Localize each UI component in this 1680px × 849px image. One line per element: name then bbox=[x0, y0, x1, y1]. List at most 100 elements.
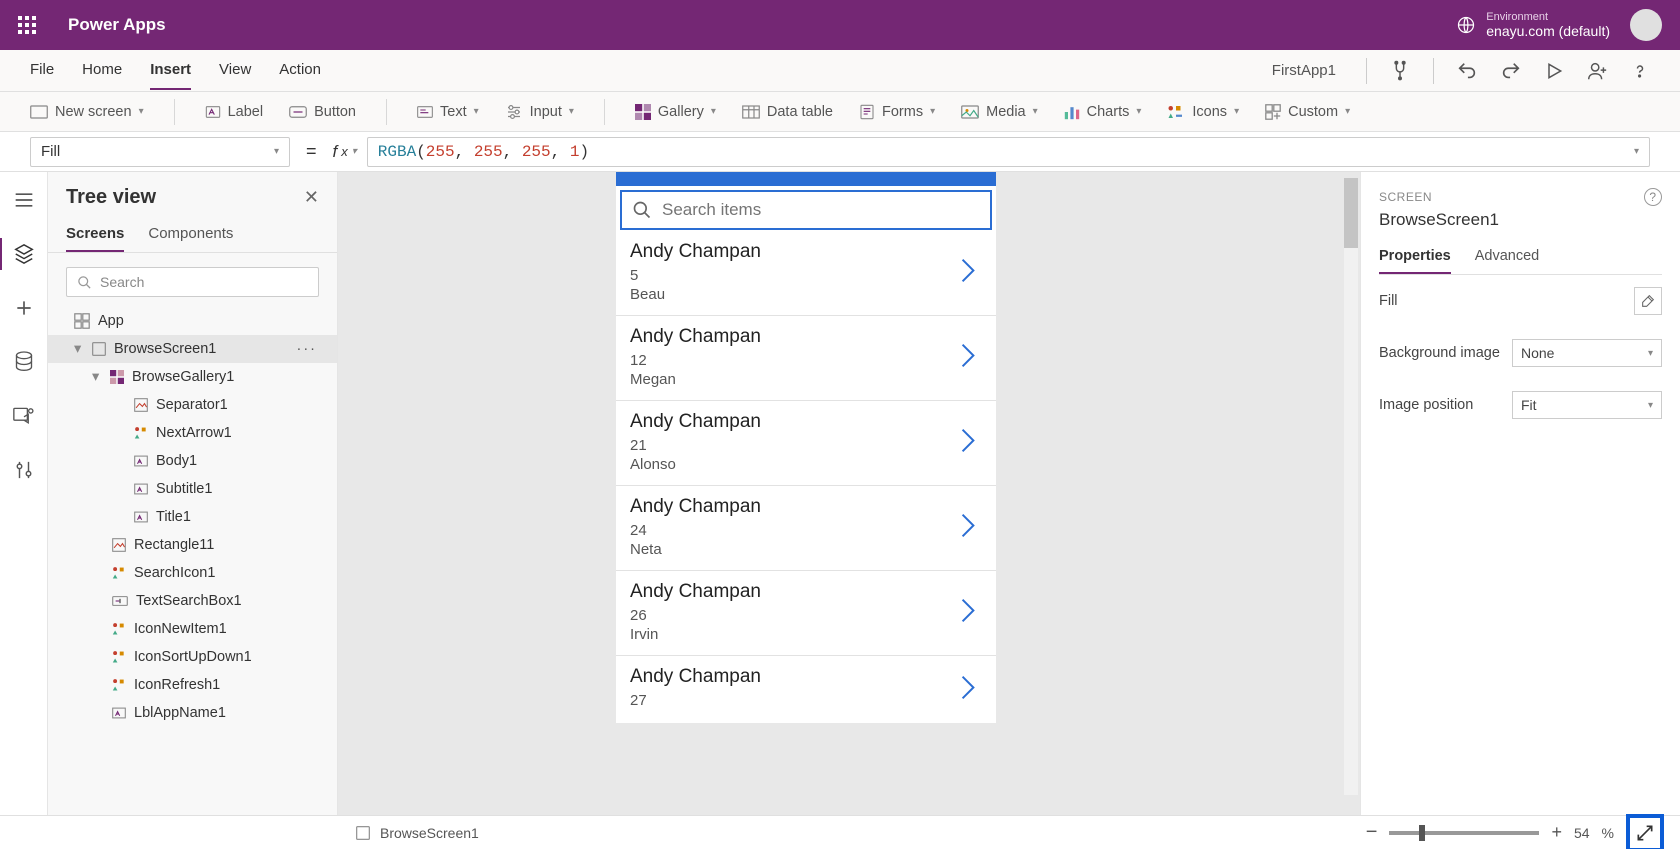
tree-node-rectangle11[interactable]: Rectangle11 bbox=[48, 531, 337, 559]
menu-file[interactable]: File bbox=[30, 51, 54, 90]
property-selector[interactable]: Fill ▾ bbox=[30, 137, 290, 167]
more-options-icon[interactable]: ··· bbox=[297, 341, 328, 357]
gallery-item[interactable]: Andy Champan26Irvin bbox=[616, 570, 996, 655]
menu-view[interactable]: View bbox=[219, 51, 251, 90]
tree-node-browsescreen1[interactable]: ▾ BrowseScreen1 ··· bbox=[48, 335, 337, 363]
fill-color-picker[interactable] bbox=[1634, 287, 1662, 315]
info-icon[interactable]: ? bbox=[1644, 188, 1662, 206]
zoom-in-button[interactable]: + bbox=[1551, 822, 1562, 843]
text-dropdown[interactable]: Text ▾ bbox=[417, 104, 479, 120]
tree-node-separator1[interactable]: Separator1 bbox=[48, 391, 337, 419]
app-file-name[interactable]: FirstApp1 bbox=[1272, 62, 1336, 79]
zoom-out-button[interactable]: − bbox=[1366, 821, 1378, 844]
formula-expand-icon[interactable]: ▾ bbox=[1634, 146, 1639, 158]
help-icon[interactable] bbox=[1630, 61, 1650, 81]
tree-node-browsegallery1[interactable]: ▾ BrowseGallery1 bbox=[48, 363, 337, 391]
tab-components[interactable]: Components bbox=[148, 217, 233, 252]
fullscreen-button[interactable] bbox=[1626, 814, 1664, 849]
gallery-item-title: Andy Champan bbox=[630, 241, 982, 263]
rail-data-icon[interactable] bbox=[12, 350, 36, 374]
image-position-select[interactable]: Fit ▾ bbox=[1512, 391, 1662, 419]
tree-view-panel: Tree view ✕ Screens Components Search Ap… bbox=[48, 172, 338, 815]
search-box[interactable] bbox=[620, 190, 992, 230]
next-arrow-icon[interactable] bbox=[960, 428, 976, 459]
menu-home[interactable]: Home bbox=[82, 51, 122, 90]
search-input[interactable] bbox=[662, 200, 980, 220]
media-dropdown[interactable]: Media ▾ bbox=[961, 104, 1038, 120]
forms-dropdown[interactable]: Forms ▾ bbox=[859, 104, 935, 120]
gallery-item[interactable]: Andy Champan27 bbox=[616, 655, 996, 723]
data-table-button[interactable]: Data table bbox=[742, 104, 833, 120]
tree-search-input[interactable]: Search bbox=[66, 267, 319, 297]
tree-node-nextarrow1[interactable]: NextArrow1 bbox=[48, 419, 337, 447]
tab-properties[interactable]: Properties bbox=[1379, 240, 1451, 274]
separator bbox=[1366, 58, 1367, 84]
formula-input[interactable]: RGBA(255, 255, 255, 1) ▾ bbox=[367, 137, 1650, 167]
input-dropdown[interactable]: Input ▾ bbox=[505, 104, 574, 120]
tab-advanced[interactable]: Advanced bbox=[1475, 240, 1540, 274]
chevron-down-icon: ▾ bbox=[711, 106, 716, 117]
new-screen-button[interactable]: New screen ▾ bbox=[30, 104, 144, 120]
close-icon[interactable]: ✕ bbox=[304, 187, 319, 208]
separator bbox=[1433, 58, 1434, 84]
rail-hamburger-icon[interactable] bbox=[12, 188, 36, 212]
rail-advanced-tools-icon[interactable] bbox=[12, 458, 36, 482]
chevron-down-icon[interactable]: ▾ bbox=[74, 341, 84, 357]
redo-icon[interactable] bbox=[1500, 60, 1522, 82]
fx-icon[interactable]: fx ▾ bbox=[333, 142, 357, 162]
share-icon[interactable] bbox=[1586, 60, 1608, 82]
next-arrow-icon[interactable] bbox=[960, 598, 976, 629]
control-type-label: SCREEN bbox=[1379, 190, 1432, 204]
user-avatar[interactable] bbox=[1630, 9, 1662, 41]
tab-screens[interactable]: Screens bbox=[66, 217, 124, 252]
menu-insert[interactable]: Insert bbox=[150, 51, 191, 90]
label-button[interactable]: Label bbox=[205, 104, 263, 120]
chevron-down-icon: ▾ bbox=[1136, 106, 1141, 117]
custom-dropdown[interactable]: Custom ▾ bbox=[1265, 104, 1350, 120]
tree-node-body1[interactable]: Body1 bbox=[48, 447, 337, 475]
tree-node-searchicon1[interactable]: SearchIcon1 bbox=[48, 559, 337, 587]
app-preview[interactable]: Andy Champan5BeauAndy Champan12MeganAndy… bbox=[616, 172, 996, 723]
rail-insert-icon[interactable] bbox=[12, 296, 36, 320]
environment-picker[interactable]: Environment enayu.com (default) bbox=[1486, 11, 1610, 39]
chevron-down-icon: ▾ bbox=[1234, 106, 1239, 117]
icons-dropdown[interactable]: Icons ▾ bbox=[1167, 104, 1239, 120]
rail-tree-view-icon[interactable] bbox=[12, 242, 36, 266]
button-button[interactable]: Button bbox=[289, 104, 356, 120]
chevron-down-icon: ▾ bbox=[930, 106, 935, 117]
chevron-down-icon[interactable]: ▾ bbox=[92, 369, 102, 385]
gallery-dropdown[interactable]: Gallery ▾ bbox=[635, 104, 716, 120]
gallery-item[interactable]: Andy Champan24Neta bbox=[616, 485, 996, 570]
vertical-scrollbar[interactable] bbox=[1344, 178, 1358, 795]
play-icon[interactable] bbox=[1544, 61, 1564, 81]
prop-fill-label: Fill bbox=[1379, 293, 1398, 309]
canvas-area[interactable]: Andy Champan5BeauAndy Champan12MeganAndy… bbox=[338, 172, 1360, 815]
gallery-item-body: Alonso bbox=[630, 456, 982, 473]
gallery-item[interactable]: Andy Champan5Beau bbox=[616, 231, 996, 315]
zoom-slider[interactable] bbox=[1389, 831, 1539, 835]
control-name: BrowseScreen1 bbox=[1379, 210, 1662, 230]
tree-node-iconnewitem1[interactable]: IconNewItem1 bbox=[48, 615, 337, 643]
bg-image-select[interactable]: None ▾ bbox=[1512, 339, 1662, 367]
gallery-item[interactable]: Andy Champan21Alonso bbox=[616, 400, 996, 485]
gallery-item[interactable]: Andy Champan12Megan bbox=[616, 315, 996, 400]
next-arrow-icon[interactable] bbox=[960, 258, 976, 289]
next-arrow-icon[interactable] bbox=[960, 513, 976, 544]
gallery-item-subtitle: 24 bbox=[630, 522, 982, 539]
tree-node-subtitle1[interactable]: Subtitle1 bbox=[48, 475, 337, 503]
rail-media-icon[interactable] bbox=[12, 404, 36, 428]
tree-node-lblappname1[interactable]: LblAppName1 bbox=[48, 699, 337, 727]
tree-node-iconsortupdown1[interactable]: IconSortUpDown1 bbox=[48, 643, 337, 671]
charts-dropdown[interactable]: Charts ▾ bbox=[1064, 104, 1142, 120]
tree-node-title1[interactable]: Title1 bbox=[48, 503, 337, 531]
next-arrow-icon[interactable] bbox=[960, 343, 976, 374]
app-launcher-icon[interactable] bbox=[18, 16, 36, 34]
menu-action[interactable]: Action bbox=[279, 51, 321, 90]
next-arrow-icon[interactable] bbox=[960, 674, 976, 705]
undo-icon[interactable] bbox=[1456, 60, 1478, 82]
app-checker-icon[interactable] bbox=[1389, 60, 1411, 82]
tree-node-app[interactable]: App bbox=[48, 307, 337, 335]
tree-node-iconrefresh1[interactable]: IconRefresh1 bbox=[48, 671, 337, 699]
tree-node-textsearchbox1[interactable]: TextSearchBox1 bbox=[48, 587, 337, 615]
app-header-bar bbox=[616, 172, 996, 186]
